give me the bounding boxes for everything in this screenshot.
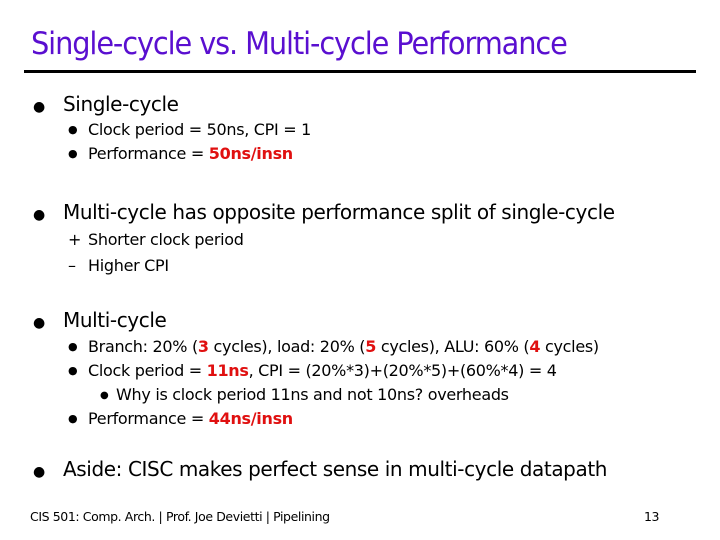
bullet-label: Aside: CISC makes perfect sense in multi… [63,457,608,481]
bullet-icon: ● [68,412,78,425]
bullet-icon: ● [68,364,78,377]
plus-icon: + [68,230,82,249]
bullet-text: Higher CPI [88,256,169,275]
bullet-aside: ● Aside: CISC makes perfect sense in mult… [33,457,607,481]
bullet-icon: ● [33,207,45,223]
highlight-value: 4 [529,337,541,356]
sub-bullet-clock-period: ● Clock period = 50ns, CPI = 1 [68,120,311,139]
sub-bullet-instruction-mix: ● Branch: 20% (3 cycles), load: 20% (5 cy… [68,337,599,356]
bullet-text: Clock period = [88,361,207,380]
title-divider [24,70,696,73]
sub-bullet-multi-performance: ● Performance = 44ns/insn [68,409,293,428]
bullet-text: cycles), ALU: 60% ( [376,337,530,356]
bullet-icon: ● [33,315,45,331]
highlight-value: 11ns [206,361,249,380]
bullet-text: , CPI = (20%*3)+(20%*5)+(60%*4) = 4 [248,361,557,380]
bullet-text: Why is clock period 11ns and not 10ns? o… [116,385,509,404]
bullet-text: Branch: 20% ( [88,337,198,356]
bullet-label: Multi-cycle has opposite performance spl… [63,200,615,224]
bullet-label: Multi-cycle [63,308,167,332]
bullet-performance-split: ● Multi-cycle has opposite performance sp… [33,200,615,224]
slide-title: Single-cycle vs. Multi-cycle Performance [31,26,568,62]
minus-icon: – [68,256,76,275]
bullet-icon: ● [68,123,78,136]
highlight-value: 5 [365,337,377,356]
sub-sub-bullet-overheads: ● Why is clock period 11ns and not 10ns? … [100,385,509,404]
highlight-value: 50ns/insn [208,144,293,163]
bullet-icon: ● [33,464,45,480]
sub-bullet-con: – Higher CPI [68,256,169,275]
bullet-label: Single-cycle [63,92,179,116]
bullet-icon: ● [33,99,45,115]
highlight-value: 44ns/insn [208,409,293,428]
page-number: 13 [644,509,660,524]
bullet-icon: ● [68,340,78,353]
bullet-text: Shorter clock period [88,230,244,249]
sub-bullet-clock-cpi: ● Clock period = 11ns, CPI = (20%*3)+(20%… [68,361,557,380]
bullet-multi-cycle: ● Multi-cycle [33,308,167,332]
bullet-text: cycles), load: 20% ( [208,337,366,356]
bullet-text: Performance = [88,409,209,428]
bullet-icon: ● [68,147,78,160]
bullet-text: Clock period = 50ns, CPI = 1 [88,120,312,139]
bullet-icon: ● [100,390,109,401]
sub-bullet-performance: ● Performance = 50ns/insn [68,144,293,163]
bullet-text: Performance = [88,144,209,163]
bullet-text: cycles) [540,337,599,356]
highlight-value: 3 [197,337,209,356]
sub-bullet-pro: + Shorter clock period [68,230,244,249]
bullet-single-cycle: ● Single-cycle [33,92,179,116]
footer-course-info: CIS 501: Comp. Arch. | Prof. Joe Deviett… [30,509,330,524]
